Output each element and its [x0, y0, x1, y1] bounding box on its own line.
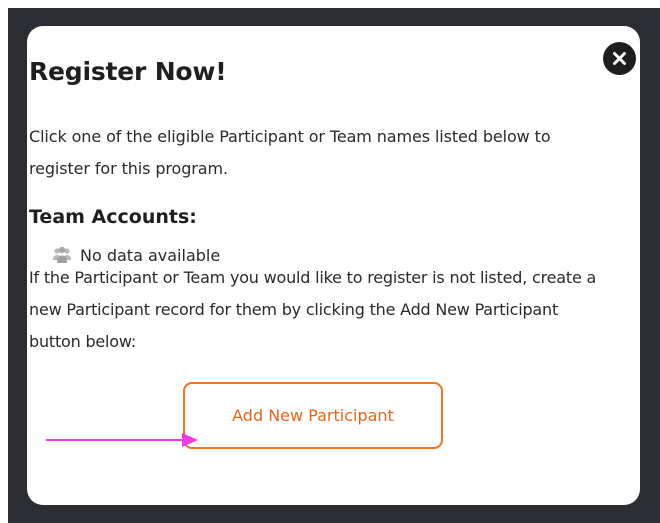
add-new-participant-button[interactable]: Add New Participant: [183, 382, 443, 449]
close-button[interactable]: [603, 42, 636, 75]
close-icon: [613, 52, 626, 65]
modal-title: Register Now!: [29, 57, 227, 86]
intro-text: Click one of the eligible Participant or…: [29, 127, 551, 178]
arrow-right-icon: [46, 433, 198, 447]
team-accounts-heading: Team Accounts:: [29, 206, 197, 228]
info-text: If the Participant or Team you would lik…: [29, 268, 597, 351]
